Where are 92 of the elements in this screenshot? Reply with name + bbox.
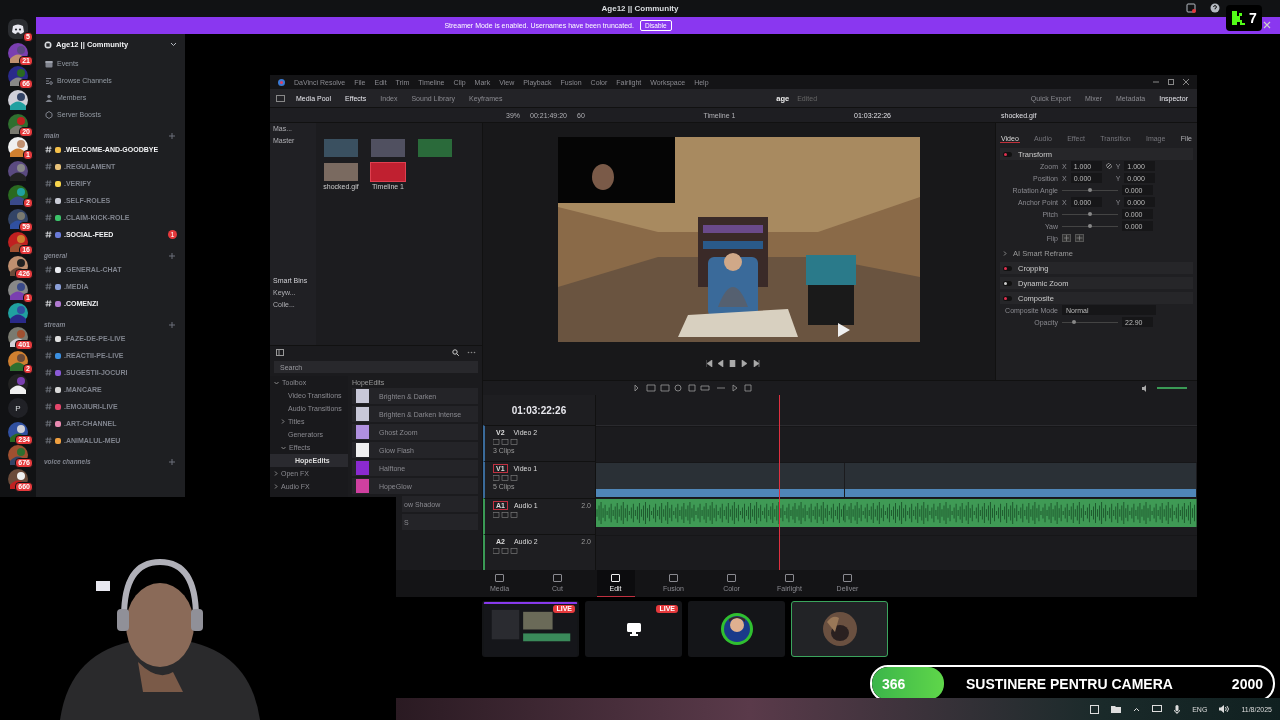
chevron-up-icon[interactable] (1133, 706, 1141, 712)
server-icon[interactable] (8, 232, 28, 253)
chevron-right-icon (281, 419, 285, 424)
goal-current: 366 (882, 675, 907, 692)
close-icon[interactable] (1183, 79, 1189, 85)
hash-icon (45, 420, 52, 427)
server-icon[interactable] (8, 184, 28, 205)
flip-horizontal-icon[interactable] (1062, 234, 1071, 242)
inbox-icon[interactable] (1186, 3, 1196, 13)
app-logo-icon (278, 78, 285, 86)
hash-icon (45, 197, 52, 204)
layout-icon[interactable] (276, 94, 285, 102)
slider-thumb[interactable] (1088, 211, 1092, 216)
microphone-icon[interactable] (1174, 704, 1181, 714)
clip-thumbnail[interactable] (418, 139, 452, 157)
toggle-switch[interactable] (1003, 280, 1012, 286)
stream-tile[interactable] (791, 601, 888, 657)
sidebar-toggle-icon[interactable] (276, 348, 284, 356)
server-icon[interactable] (8, 66, 28, 87)
kick-logo-icon (1231, 10, 1248, 26)
server-guide-icon (44, 40, 52, 49)
server-icon[interactable] (8, 374, 28, 395)
folder-icon[interactable] (1111, 705, 1122, 713)
monitor-icon[interactable] (1152, 705, 1163, 713)
avatar-icon (720, 613, 753, 645)
stream-tile[interactable] (688, 601, 785, 657)
server-icon[interactable] (8, 208, 28, 229)
hash-icon (45, 231, 52, 238)
clip-thumbnail[interactable] (371, 163, 405, 181)
hash-icon (45, 163, 52, 170)
chevron-right-icon (274, 471, 278, 476)
hash-icon (45, 146, 52, 153)
avatar-icon (822, 612, 857, 646)
hash-icon (45, 369, 52, 376)
chevron-down-icon[interactable] (170, 42, 177, 47)
maximize-icon[interactable] (1168, 79, 1174, 85)
clip-thumbnail[interactable] (371, 139, 405, 157)
slider-thumb[interactable] (1088, 187, 1092, 192)
calendar-icon (45, 59, 53, 68)
goal-title: SUSTINERE PENTRU CAMERA (966, 675, 1174, 692)
toggle-switch[interactable] (1003, 265, 1012, 271)
add-icon[interactable] (169, 458, 175, 465)
hash-icon (45, 335, 52, 342)
members-icon (45, 93, 53, 102)
hash-icon (45, 180, 52, 187)
server-icon[interactable] (8, 303, 28, 324)
server-icon[interactable]: P (8, 398, 28, 418)
server-icon[interactable] (8, 90, 28, 111)
video-clip[interactable] (596, 463, 845, 497)
help-icon[interactable] (1210, 3, 1220, 13)
monitor-icon (626, 622, 641, 636)
flip-vertical-icon[interactable] (1075, 234, 1084, 242)
audio-clip[interactable] (844, 499, 1197, 527)
chevron-down-icon (281, 445, 286, 450)
hash-icon (45, 352, 52, 359)
server-icon[interactable] (8, 113, 28, 134)
hash-icon (45, 283, 52, 290)
clip-thumbnail[interactable] (324, 163, 358, 181)
server-icon[interactable] (8, 42, 28, 63)
boost-icon (45, 110, 53, 119)
discord-logo-icon[interactable] (8, 19, 28, 39)
add-icon[interactable] (169, 132, 175, 139)
chevron-right-icon (274, 484, 278, 489)
app-icon[interactable] (1090, 704, 1100, 714)
speaker-icon[interactable] (1219, 705, 1230, 713)
audio-clip[interactable] (596, 499, 845, 527)
add-icon[interactable] (169, 252, 175, 259)
hash-icon (45, 403, 52, 410)
toggle-switch[interactable] (1003, 151, 1012, 157)
list-icon (45, 76, 53, 85)
hash-icon (45, 437, 52, 444)
timeline-timecode: 01:03:22:26 (510, 403, 568, 418)
window-title: Age12 || Community (601, 4, 679, 13)
server-icon[interactable] (8, 137, 28, 158)
hash-icon (45, 214, 52, 221)
search-icon[interactable] (452, 348, 459, 356)
hash-icon (45, 266, 52, 273)
link-icon[interactable] (1105, 163, 1112, 169)
video-clip[interactable] (844, 463, 1197, 497)
toggle-switch[interactable] (1003, 295, 1012, 301)
timeline-tools-icon[interactable] (633, 384, 753, 392)
goal-target: 2000 (1231, 675, 1263, 692)
server-icon[interactable] (8, 350, 28, 371)
slider-thumb[interactable] (1088, 223, 1092, 228)
hash-icon (45, 300, 52, 307)
viewer-count: 7 (1249, 10, 1257, 26)
slider-thumb[interactable] (1072, 319, 1077, 324)
hash-icon (45, 386, 52, 393)
add-icon[interactable] (169, 321, 175, 328)
clip-thumbnail[interactable] (324, 139, 358, 157)
chevron-down-icon (274, 380, 279, 385)
volume-icon[interactable] (1142, 384, 1149, 392)
